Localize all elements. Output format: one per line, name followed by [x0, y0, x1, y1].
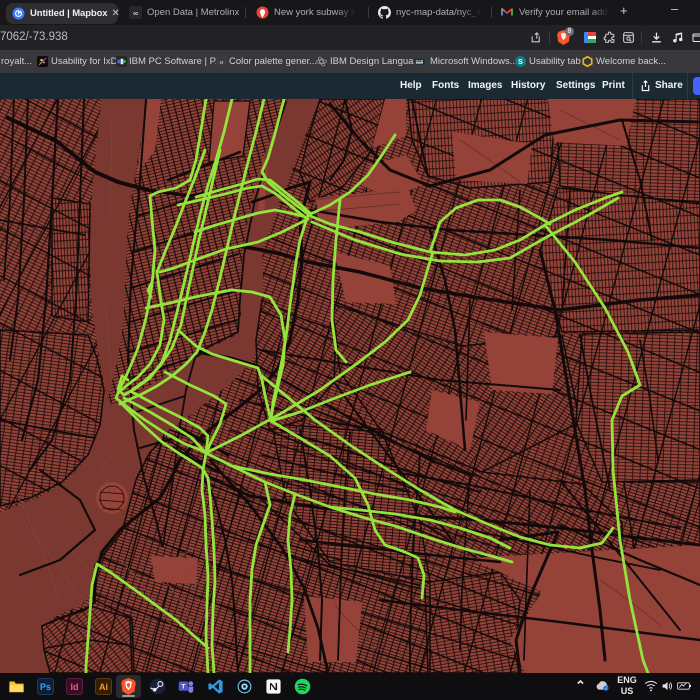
svg-text:«: «	[219, 57, 223, 66]
svg-text:∞: ∞	[133, 11, 138, 18]
svg-text:T: T	[181, 684, 185, 691]
svg-text:S: S	[518, 57, 523, 66]
